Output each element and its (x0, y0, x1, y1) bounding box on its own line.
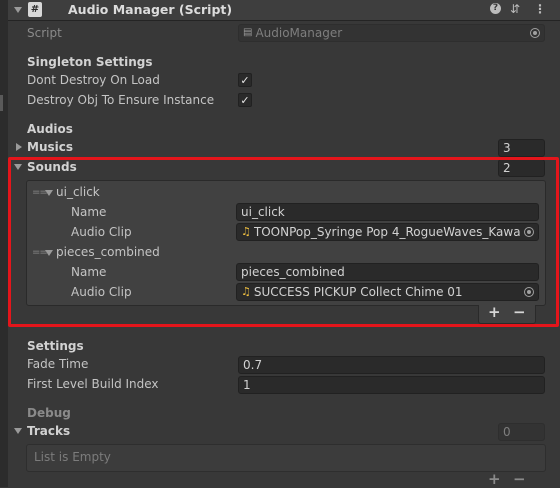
audios-heading: Audios (27, 122, 73, 136)
destroy-obj-label: Destroy Obj To Ensure Instance (27, 93, 215, 107)
component-foldout-icon[interactable] (14, 7, 22, 13)
component-title: Audio Manager (Script) (68, 2, 233, 17)
fade-time-label: Fade Time (27, 357, 89, 371)
debug-heading: Debug (27, 406, 71, 420)
dont-destroy-checkbox[interactable]: ✓ (238, 73, 252, 87)
script-file-icon: ▤ (243, 27, 253, 38)
help-icon[interactable]: ? (490, 3, 501, 14)
empty-list-text: List is Empty (34, 450, 111, 464)
musics-count-field[interactable]: 3 (498, 139, 545, 157)
tracks-count-field: 0 (498, 423, 545, 441)
context-menu-icon[interactable]: ⋮ (534, 2, 546, 16)
tracks-add-button: + (488, 470, 501, 488)
script-label: Script (27, 26, 62, 40)
dont-destroy-label: Dont Destroy On Load (27, 73, 160, 87)
first-level-input[interactable]: 1 (238, 376, 545, 394)
settings-heading: Settings (27, 339, 84, 353)
musics-foldout-icon[interactable] (16, 143, 22, 151)
script-field[interactable]: ▤ AudioManager (238, 24, 545, 42)
musics-label[interactable]: Musics (27, 140, 73, 154)
object-picker-icon[interactable] (530, 28, 540, 38)
first-level-label: First Level Build Index (27, 377, 159, 391)
script-value: AudioManager (255, 26, 343, 40)
strip-marker (0, 95, 3, 111)
script-icon: # (28, 2, 42, 17)
tracks-foldout-icon[interactable] (14, 428, 22, 434)
destroy-obj-checkbox[interactable]: ✓ (238, 93, 252, 107)
preset-settings-icon[interactable]: ⇵ (510, 2, 520, 16)
fade-time-input[interactable]: 0.7 (238, 356, 545, 374)
singleton-heading: Singleton Settings (27, 55, 153, 69)
tracks-remove-button: − (513, 470, 526, 488)
tracks-label[interactable]: Tracks (27, 424, 70, 438)
sounds-highlight-box (8, 157, 559, 327)
hierarchy-strip (0, 0, 8, 487)
